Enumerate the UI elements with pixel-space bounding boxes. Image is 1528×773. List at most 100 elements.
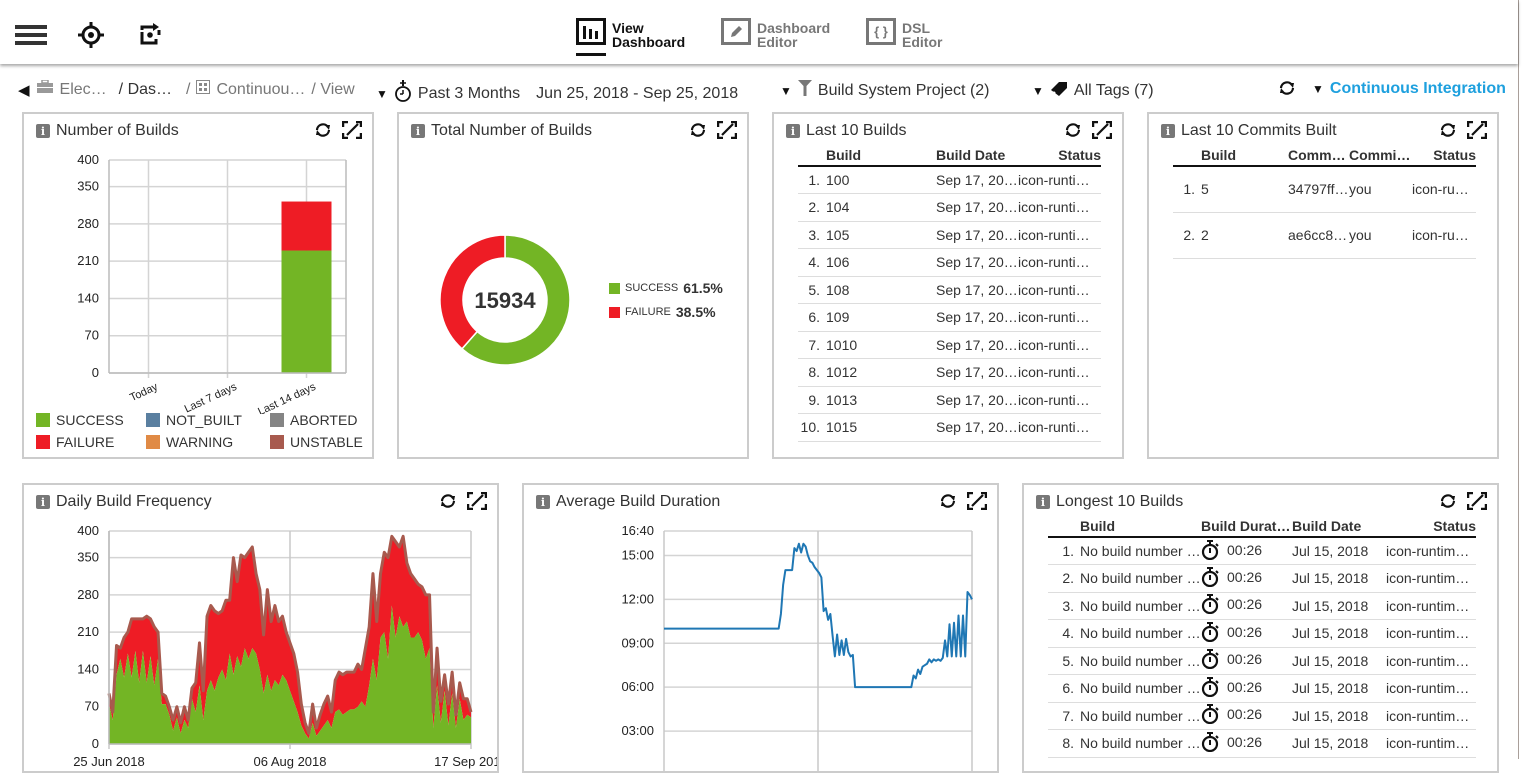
vertical-scrollbar[interactable] — [1518, 0, 1528, 759]
table-row[interactable]: 2. No build number … 00:26 Jul 15, 2018 icon… — [1048, 564, 1476, 593]
legend-success[interactable]: SUCCESS 61.5% — [609, 280, 723, 296]
table-row[interactable]: 4. 106 Sep 17, 2018 icon-runtim… — [798, 248, 1101, 277]
duration-value: 00:26 — [1227, 596, 1263, 613]
column-header-status[interactable]: Status — [1412, 146, 1476, 167]
column-header-status[interactable]: Status — [1386, 517, 1476, 538]
tab-dsl-editor[interactable]: { } DSL Editor — [866, 18, 942, 58]
legend-failure[interactable]: FAILURE — [36, 434, 132, 450]
column-header-build-date[interactable]: Build Date — [1292, 517, 1386, 538]
tags-filter-label: All Tags (7) — [1073, 81, 1154, 99]
build-number: No build number … — [1080, 619, 1201, 648]
build-number: 1010 — [826, 331, 936, 359]
legend-warning[interactable]: WARNING — [146, 434, 256, 450]
project-filter[interactable]: ▼ Build System Project (2) — [780, 80, 990, 101]
build-date: Jul 15, 2018 — [1292, 674, 1386, 703]
info-icon[interactable]: i — [1161, 124, 1175, 138]
tab-label: View Dashboard — [612, 20, 686, 50]
row-index: 7. — [1048, 702, 1080, 730]
expand-icon[interactable] — [1467, 492, 1487, 510]
table-row[interactable]: 4. No build number … 00:26 Jul 15, 2018 icon… — [1048, 619, 1476, 648]
daily-build-frequency-chart: 0 70 140 210 280 350 400 25 Jun 2018 06 Aug 2018… — [73, 523, 497, 769]
crosshair-icon[interactable] — [74, 20, 108, 50]
column-header-committer[interactable]: Commiter — [1349, 146, 1412, 167]
table-row[interactable]: 3. 105 Sep 17, 2018 icon-runtim… — [798, 221, 1101, 249]
column-header-build[interactable]: Build — [1080, 517, 1201, 538]
y-tick-label: 140 — [77, 661, 99, 676]
back-arrow-icon[interactable]: ◀ — [18, 81, 30, 99]
stopwatch-icon — [1201, 539, 1219, 563]
build-date: Jul 15, 2018 — [1292, 729, 1386, 758]
table-row[interactable]: 5. No build number … 00:26 Jul 15, 2018 icon… — [1048, 647, 1476, 675]
info-icon[interactable]: i — [786, 124, 800, 138]
column-header-duration[interactable]: Build Durati… — [1201, 517, 1292, 538]
duration-value: 00:26 — [1227, 706, 1263, 723]
tab-view-dashboard[interactable]: View Dashboard — [576, 18, 685, 58]
column-header-commit[interactable]: Commi… — [1288, 146, 1349, 167]
bar-failure[interactable] — [281, 201, 332, 251]
column-header-build[interactable]: Build — [1201, 146, 1288, 167]
y-tick-label: 400 — [77, 523, 99, 538]
rotate-view-icon[interactable] — [134, 20, 168, 50]
table-row[interactable]: 7. 1010 Sep 17, 2018 icon-runtim… — [798, 331, 1101, 359]
build-number: 108 — [826, 276, 936, 304]
expand-icon[interactable] — [1467, 121, 1487, 139]
row-index: 1. — [798, 166, 826, 194]
build-status: icon-runtime… — [1386, 674, 1476, 703]
dashboard-select[interactable]: ▼ Continuous Integration — [1312, 80, 1506, 98]
table-row[interactable]: 9. 1013 Sep 17, 2018 icon-runtim… — [798, 386, 1101, 414]
breadcrumb-item-continuous[interactable]: Continuou… — [216, 81, 305, 99]
panel-title: Last 10 Commits Built — [1181, 122, 1337, 139]
legend-aborted[interactable]: ABORTED — [270, 412, 357, 428]
hamburger-menu-icon[interactable] — [14, 20, 48, 50]
build-duration: 00:26 — [1201, 702, 1292, 730]
build-date: Jul 15, 2018 — [1292, 592, 1386, 620]
time-range-select[interactable]: ▼ Past 3 Months Jun 25, 2018 - Sep 25, 2… — [376, 80, 738, 107]
legend-success[interactable]: SUCCESS — [36, 412, 132, 428]
chart-legend: SUCCESS NOT_BUILT ABORTED FAILURE WARNIN… — [36, 412, 363, 456]
table-row[interactable]: 1. No build number … 00:26 Jul 15, 2018 icon… — [1048, 537, 1476, 565]
refresh-icon[interactable] — [1439, 493, 1457, 509]
breadcrumb-item-dashboard[interactable]: / Das… — [119, 81, 172, 99]
column-header-build-date[interactable]: Build Date — [936, 146, 1018, 167]
build-number: 2 — [1201, 212, 1288, 259]
panel-tools — [1439, 121, 1487, 139]
table-row[interactable]: 2. 2 ae6cc8… you icon-run… — [1173, 212, 1476, 259]
table-row[interactable]: 1. 5 34797ff… you icon-run… — [1173, 166, 1476, 213]
build-number: 104 — [826, 193, 936, 222]
column-header-build[interactable]: Build — [826, 146, 936, 167]
build-status: icon-runtim… — [1018, 166, 1101, 194]
table-row[interactable]: 2. 104 Sep 17, 2018 icon-runtim… — [798, 193, 1101, 222]
legend-unstable[interactable]: UNSTABLE — [270, 434, 363, 450]
build-duration: 00:26 — [1201, 674, 1292, 703]
table-row[interactable]: 1. 100 Sep 17, 2018 icon-runtim… — [798, 166, 1101, 194]
refresh-icon[interactable] — [1439, 122, 1457, 138]
table-row[interactable]: 6. 109 Sep 17, 2018 icon-runtim… — [798, 303, 1101, 332]
build-date: Sep 17, 2018 — [936, 386, 1018, 414]
build-number: No build number … — [1080, 729, 1201, 758]
tags-filter[interactable]: ▼ All Tags (7) — [1032, 80, 1154, 101]
tab-dashboard-editor[interactable]: Dashboard Editor — [721, 18, 830, 58]
expand-icon[interactable] — [1092, 121, 1112, 139]
table-row[interactable]: 8. No build number … 00:26 Jul 15, 2018 icon… — [1048, 729, 1476, 758]
breadcrumb: ◀ Elec… / Das… / Continuou… / View — [18, 79, 355, 99]
table-row[interactable]: 6. No build number … 00:26 Jul 15, 2018 icon… — [1048, 674, 1476, 703]
legend-not-built[interactable]: NOT_BUILT — [146, 412, 256, 428]
briefcase-icon — [36, 79, 54, 99]
table-row[interactable]: 7. No build number … 00:26 Jul 15, 2018 icon… — [1048, 702, 1476, 730]
table-row[interactable]: 3. No build number … 00:26 Jul 15, 2018 icon… — [1048, 592, 1476, 620]
legend-failure[interactable]: FAILURE 38.5% — [609, 304, 723, 320]
table-row[interactable]: 5. 108 Sep 17, 2018 icon-runtim… — [798, 276, 1101, 304]
bar-success[interactable] — [281, 250, 332, 373]
table-row[interactable]: 10. 1015 Sep 17, 2018 icon-runtim… — [798, 413, 1101, 442]
refresh-all-button[interactable] — [1278, 80, 1296, 101]
column-header-status[interactable]: Status — [1018, 146, 1101, 167]
refresh-icon[interactable] — [1064, 122, 1082, 138]
row-index: 1. — [1048, 537, 1080, 565]
table-row[interactable]: 8. 1012 Sep 17, 2018 icon-runtim… — [798, 358, 1101, 387]
info-icon[interactable]: i — [1036, 495, 1050, 509]
grid-icon — [196, 80, 211, 99]
legend-swatch — [36, 435, 50, 449]
y-tick-label: 350 — [77, 179, 99, 194]
breadcrumb-item-elec[interactable]: Elec… — [60, 81, 107, 99]
panel-number-of-builds: i Number of Builds 0 70 140 210 280 350 400 Tod… — [22, 112, 374, 459]
